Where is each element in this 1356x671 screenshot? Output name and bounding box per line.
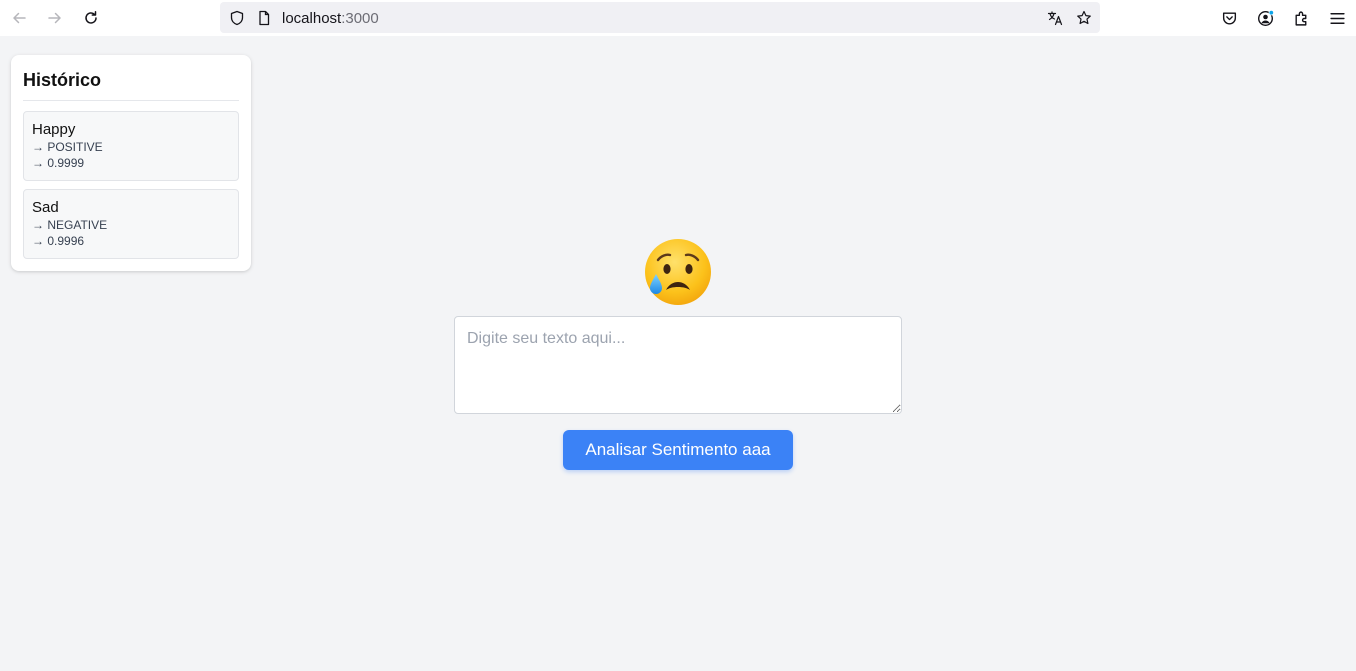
url-text[interactable]: localhost:3000 [282,10,379,27]
crying-face-icon [643,238,713,308]
history-title: Histórico [23,67,239,101]
history-item-text: Happy [32,121,76,138]
sentiment-text-input[interactable] [454,316,902,414]
browser-toolbar: localhost:3000 [0,0,1356,36]
star-icon[interactable] [1075,9,1092,26]
history-panel: Histórico Happy → POSITIVE → 0.9999 Sad … [11,55,251,271]
forward-arrow-icon[interactable] [42,5,68,31]
history-item[interactable]: Happy → POSITIVE → 0.9999 [23,111,239,181]
history-item-score: → 0.9996 [32,234,85,248]
history-item-label: → POSITIVE [32,140,103,154]
translate-icon[interactable] [1046,9,1063,26]
analyze-sentiment-button[interactable]: Analisar Sentimento aaa [563,430,793,470]
history-item-text: Sad [32,199,59,216]
history-item-label: → NEGATIVE [32,218,108,232]
pocket-icon[interactable] [1216,5,1242,31]
url-bar[interactable]: localhost:3000 [220,2,1100,33]
shield-icon[interactable] [228,9,245,26]
history-item-score: → 0.9999 [32,156,85,170]
page-icon [255,9,272,26]
back-arrow-icon[interactable] [6,5,32,31]
history-item[interactable]: Sad → NEGATIVE → 0.9996 [23,189,239,259]
menu-icon[interactable] [1324,5,1350,31]
extensions-icon[interactable] [1288,5,1314,31]
url-host: localhost [282,10,342,27]
reload-icon[interactable] [78,5,104,31]
url-port: :3000 [341,10,379,27]
account-icon[interactable] [1252,5,1278,31]
